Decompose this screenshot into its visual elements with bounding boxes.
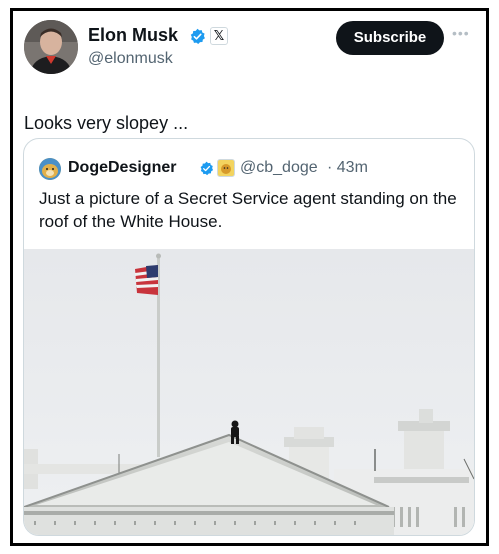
author-avatar[interactable] [24,20,78,74]
x-logo-icon: 𝕏 [210,27,228,45]
author-name[interactable]: Elon Musk [88,25,178,46]
quoted-author-name[interactable]: DogeDesigner [68,159,176,177]
more-options-icon[interactable]: ••• [452,25,472,41]
quoted-org-badge-icon [217,159,235,177]
quoted-post[interactable]: DogeDesigner @cb_doge · 43m Just a pictu… [23,138,475,536]
post-text: Looks very slopey ... [24,113,189,133]
author-handle[interactable]: @elonmusk [88,50,173,68]
verified-check-icon [190,28,205,45]
quoted-verified-check-icon [200,161,214,176]
subscribe-button[interactable]: Subscribe [336,21,444,55]
quoted-timestamp[interactable]: · 43m [327,159,368,177]
white-house-roof-photo[interactable] [24,249,474,536]
quoted-author-handle[interactable]: @cb_doge [240,159,318,177]
quoted-post-text: Just a picture of a Secret Service agent… [39,189,457,231]
quoted-author-avatar[interactable] [39,158,61,180]
